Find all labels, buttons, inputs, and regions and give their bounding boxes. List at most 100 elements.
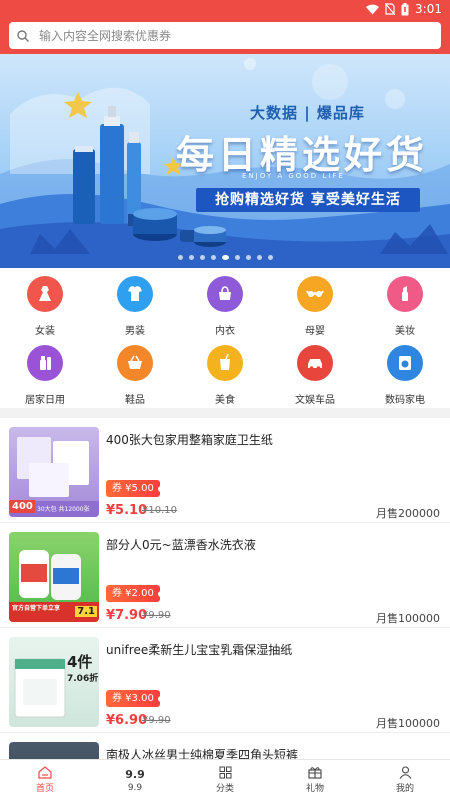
product-price: ¥5.10: [106, 503, 148, 518]
category-6[interactable]: 居家日用: [0, 345, 90, 406]
carousel-dot[interactable]: [234, 255, 240, 260]
shirt-icon: [117, 276, 153, 312]
car-icon: [297, 345, 333, 381]
search-placeholder: 输入内容全网搜索优惠券: [39, 29, 172, 43]
product-title: unifree柔新生儿宝宝乳霜保湿抽纸: [106, 643, 293, 657]
thumb-caption: 30大包 共12000张: [37, 506, 90, 513]
status-icons: 3:01: [366, 2, 442, 16]
product-image: 官方自营下单立享 7.1: [9, 532, 99, 622]
bag-icon: [207, 276, 243, 312]
category-8[interactable]: 美食: [180, 345, 270, 406]
category-label: 男装: [125, 326, 145, 337]
product-item[interactable]: 4件 7.06折 unifree柔新生儿宝宝乳霜保湿抽纸 券 ¥3.00 ¥6.…: [0, 628, 450, 733]
original-price: ¥9.90: [142, 715, 171, 726]
product-image: 4件 7.06折: [9, 637, 99, 727]
thumb-caption: 7.06折: [67, 674, 99, 684]
coupon-badge[interactable]: 券 ¥3.00: [106, 690, 164, 707]
product-title: 部分人0元~蓝漂香水洗衣液: [106, 538, 256, 552]
product-title: 南极人冰丝男士纯棉夏季四角头短裤: [106, 748, 299, 759]
category-1[interactable]: 女装: [0, 276, 90, 337]
status-bar: 3:01: [0, 0, 450, 18]
cleaning-icon: [27, 345, 63, 381]
grid-icon: [219, 766, 231, 779]
coupon-badge[interactable]: 券 ¥2.00: [106, 585, 164, 602]
category-label: 母婴: [305, 326, 325, 337]
carousel-dots[interactable]: [0, 255, 450, 260]
tab-gift[interactable]: 礼物: [270, 760, 360, 800]
promo-banner[interactable]: 大数据 | 爆品库 每日精选好货 ENJOY A GOOD LIFE 抢购精选好…: [0, 54, 450, 268]
category-7[interactable]: 鞋品: [90, 345, 180, 406]
carousel-dot[interactable]: [245, 255, 251, 260]
product-image: [9, 742, 99, 759]
tab-profile[interactable]: 我的: [360, 760, 450, 800]
category-label: 美食: [215, 395, 235, 406]
basket-icon: [117, 345, 153, 381]
category-4[interactable]: 母婴: [270, 276, 360, 337]
search-icon: [17, 29, 29, 42]
search-input[interactable]: 输入内容全网搜索优惠券: [9, 22, 441, 49]
carousel-dot[interactable]: [210, 255, 216, 260]
category-10[interactable]: 数码家电: [360, 345, 450, 406]
search-bar: 输入内容全网搜索优惠券: [0, 18, 450, 54]
tab-label: 9.9: [127, 782, 143, 793]
monthly-sales: 月售100000: [376, 717, 440, 730]
category-label: 内衣: [215, 326, 235, 337]
banner-title: 每日精选好货: [176, 133, 429, 177]
banner-slogan: 抢购精选好货 享受美好生活: [196, 188, 420, 212]
carousel-dot[interactable]: [199, 255, 205, 260]
product-price: ¥6.90: [106, 713, 148, 728]
category-3[interactable]: 内衣: [180, 276, 270, 337]
thumb-caption: 官方自营下单立享: [12, 605, 61, 612]
product-item[interactable]: 官方自营下单立享 7.1 部分人0元~蓝漂香水洗衣液 券 ¥2.00 ¥7.90…: [0, 523, 450, 628]
tab-label: 首页: [35, 784, 54, 794]
coupon-badge[interactable]: 券 ¥5.00: [106, 480, 164, 497]
tab-category[interactable]: 分类: [180, 760, 270, 800]
bra-icon: [297, 276, 333, 312]
product-image: 400 30大包 共12000张: [9, 427, 99, 517]
thumb-badge: 400: [10, 500, 35, 513]
category-label: 美妆: [395, 326, 415, 337]
home-icon: [38, 766, 52, 779]
carousel-dot[interactable]: [177, 255, 183, 260]
thumb-badge: 4件: [67, 653, 93, 671]
product-list: 400 30大包 共12000张 400张大包家用整箱家庭卫生纸 券 ¥5.00…: [0, 418, 450, 759]
tab-label: 我的: [395, 784, 414, 794]
category-label: 鞋品: [125, 395, 145, 406]
banner-english: ENJOY A GOOD LIFE: [242, 172, 345, 180]
product-item[interactable]: 南极人冰丝男士纯棉夏季四角头短裤: [0, 733, 450, 759]
category-label: 数码家电: [385, 395, 425, 406]
category-label: 文娱车品: [295, 395, 335, 406]
category-grid: 女装 男装 内衣 母婴 美妆居家日用 鞋品 美食 文娱车品 数码家电: [0, 268, 450, 408]
thumb-badge: 7.1: [75, 606, 97, 617]
tab-label: 礼物: [305, 784, 324, 794]
tab-label: 分类: [215, 784, 234, 794]
banner-subtitle: 大数据 | 爆品库: [250, 104, 365, 122]
carousel-dot[interactable]: [256, 255, 262, 260]
no-sim-icon: [385, 3, 396, 15]
category-label: 女装: [35, 326, 55, 337]
nine-nine-icon: 9.9: [125, 767, 145, 781]
monthly-sales: 月售100000: [376, 612, 440, 625]
tab-nine-nine[interactable]: 9.9 9.9: [90, 760, 180, 800]
original-price: ¥10.10: [142, 505, 177, 516]
category-2[interactable]: 男装: [90, 276, 180, 337]
carousel-dot[interactable]: [267, 255, 273, 260]
product-title: 400张大包家用整箱家庭卫生纸: [106, 433, 273, 447]
product-item[interactable]: 400 30大包 共12000张 400张大包家用整箱家庭卫生纸 券 ¥5.00…: [0, 418, 450, 523]
wifi-icon: [366, 4, 380, 14]
category-5[interactable]: 美妆: [360, 276, 450, 337]
carousel-dot[interactable]: [188, 255, 194, 260]
category-label: 居家日用: [25, 395, 65, 406]
category-9[interactable]: 文娱车品: [270, 345, 360, 406]
monthly-sales: 月售200000: [376, 507, 440, 520]
drink-icon: [207, 345, 243, 381]
battery-icon: [401, 2, 409, 15]
dress-icon: [27, 276, 63, 312]
carousel-dot[interactable]: [221, 255, 229, 260]
product-price: ¥7.90: [106, 608, 148, 623]
tab-home[interactable]: 首页: [0, 760, 90, 800]
lipstick-icon: [387, 276, 423, 312]
original-price: ¥9.90: [142, 610, 171, 621]
user-icon: [399, 766, 411, 779]
washer-icon: [387, 345, 423, 381]
